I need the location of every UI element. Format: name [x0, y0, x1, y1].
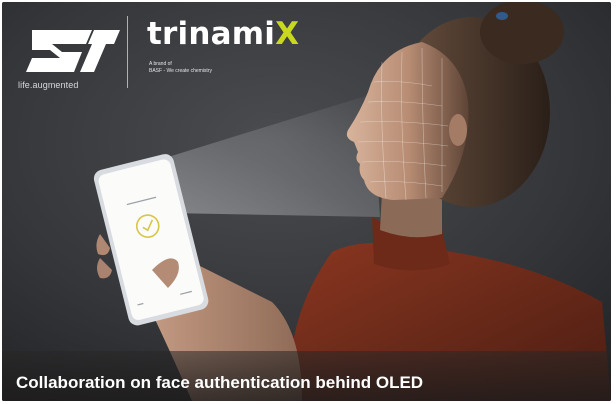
image-frame: life.augmented trinamiX A brand of BASF …	[0, 0, 616, 404]
ear	[449, 114, 467, 146]
brand-name: trinami	[147, 16, 276, 52]
logo-divider	[127, 16, 128, 88]
st-logo-icon	[26, 30, 120, 72]
st-tagline: life.augmented	[18, 80, 79, 90]
brand-subline: A brand of BASF - We create chemistry	[149, 61, 212, 75]
promo-photo: life.augmented trinamiX A brand of BASF …	[2, 2, 611, 401]
brand-subline-2: BASF - We create chemistry	[149, 68, 212, 74]
hair-bun	[480, 2, 564, 64]
trinamix-logo: trinamiX	[147, 14, 299, 54]
brand-subline-1: A brand of	[149, 61, 172, 67]
caption-text: Collaboration on face authentication beh…	[16, 373, 424, 392]
hair-clip	[496, 12, 508, 20]
brand-accent-letter: X	[275, 16, 300, 52]
